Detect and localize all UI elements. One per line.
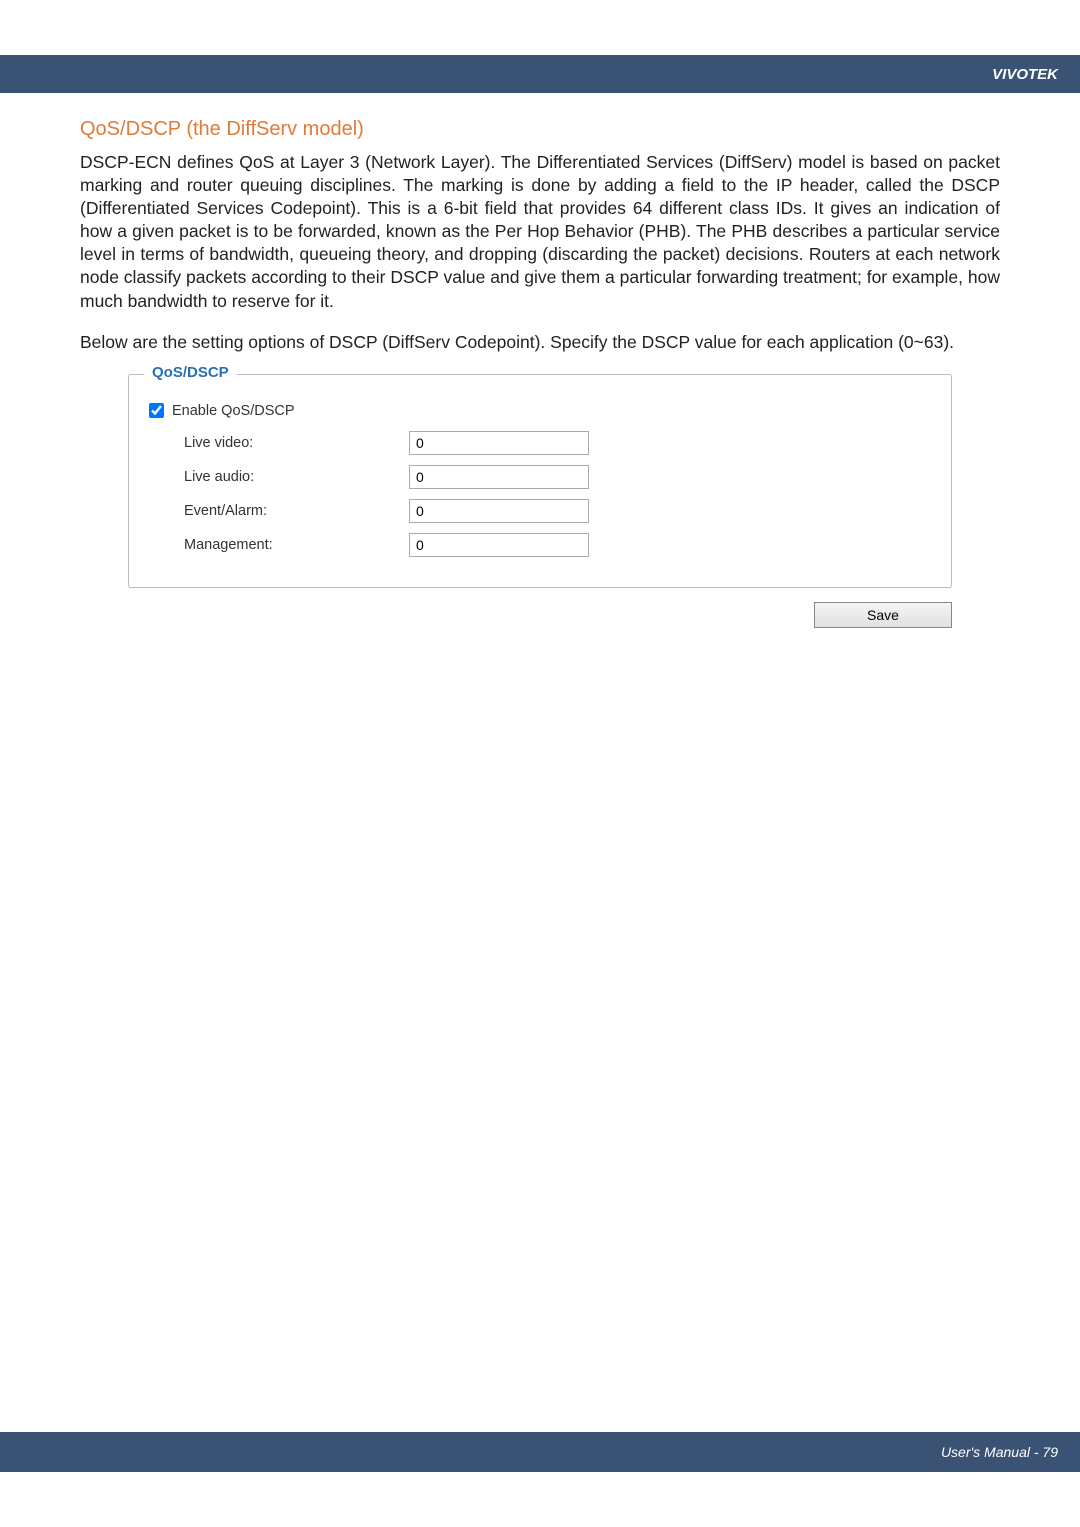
live-audio-row: Live audio: — [149, 465, 931, 489]
event-alarm-input[interactable] — [409, 499, 589, 523]
management-input[interactable] — [409, 533, 589, 557]
content-area: QoS/DSCP (the DiffServ model) DSCP-ECN d… — [0, 0, 1080, 628]
enable-checkbox-row: Enable QoS/DSCP — [149, 403, 931, 419]
paragraph-1: DSCP-ECN defines QoS at Layer 3 (Network… — [80, 151, 1000, 313]
enable-qos-label: Enable QoS/DSCP — [172, 403, 295, 419]
qos-dscp-panel: QoS/DSCP Enable QoS/DSCP Live video: Liv… — [128, 374, 952, 588]
panel-legend: QoS/DSCP — [144, 364, 237, 381]
event-alarm-row: Event/Alarm: — [149, 499, 931, 523]
header-bar: VIVOTEK — [0, 55, 1080, 93]
event-alarm-label: Event/Alarm: — [184, 503, 409, 519]
footer-text: User's Manual - 79 — [941, 1444, 1058, 1460]
enable-qos-checkbox[interactable] — [149, 403, 164, 418]
live-audio-label: Live audio: — [184, 469, 409, 485]
save-button[interactable]: Save — [814, 602, 952, 628]
live-video-input[interactable] — [409, 431, 589, 455]
management-label: Management: — [184, 537, 409, 553]
footer-bar: User's Manual - 79 — [0, 1432, 1080, 1472]
section-title: QoS/DSCP (the DiffServ model) — [80, 118, 1000, 141]
brand-text: VIVOTEK — [992, 66, 1058, 83]
save-row: Save — [128, 602, 952, 628]
live-video-row: Live video: — [149, 431, 931, 455]
management-row: Management: — [149, 533, 931, 557]
live-audio-input[interactable] — [409, 465, 589, 489]
live-video-label: Live video: — [184, 435, 409, 451]
paragraph-2: Below are the setting options of DSCP (D… — [80, 331, 1000, 354]
